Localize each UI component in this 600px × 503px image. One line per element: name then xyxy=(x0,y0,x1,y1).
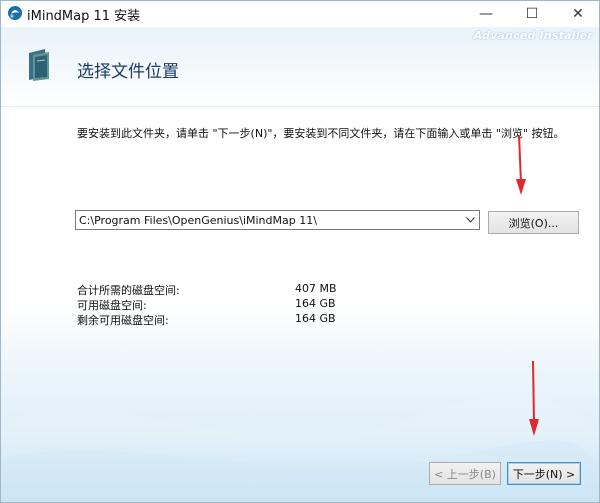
chevron-down-icon[interactable] xyxy=(461,211,479,229)
page-header: Advanced Installer 选择文件位置 xyxy=(1,27,599,107)
title-bar: iMindMap 11 安装 — ☐ ✕ xyxy=(1,1,599,27)
maximize-button[interactable]: ☐ xyxy=(509,1,555,27)
disk-space-label: 合计所需的磁盘空间: xyxy=(77,284,180,297)
next-button[interactable]: 下一步(N) > xyxy=(507,462,581,485)
disk-space-label: 剩余可用磁盘空间: xyxy=(77,314,169,327)
close-button[interactable]: ✕ xyxy=(555,1,599,27)
installer-window: iMindMap 11 安装 — ☐ ✕ Advanced Installer … xyxy=(0,0,600,503)
annotation-arrow-browse xyxy=(516,134,526,195)
browse-button[interactable]: 浏览(O)... xyxy=(488,211,579,234)
install-path-combobox[interactable]: C:\Program Files\OpenGenius\iMindMap 11\ xyxy=(75,210,480,230)
disk-space-value: 407 MB xyxy=(295,282,337,295)
disk-space-row: 可用磁盘空间: 164 GB xyxy=(77,297,355,312)
brand-watermark: Advanced Installer xyxy=(473,29,593,42)
instructions-text: 要安装到此文件夹，请单击 "下一步(N)"，要安装到不同文件夹，请在下面输入或单… xyxy=(77,127,565,140)
disk-space-value: 164 GB xyxy=(295,297,336,310)
page-title: 选择文件位置 xyxy=(77,62,179,82)
window-title: iMindMap 11 安装 xyxy=(27,9,141,24)
disk-space-table: 合计所需的磁盘空间: 407 MB 可用磁盘空间: 164 GB 剩余可用磁盘空… xyxy=(77,282,355,327)
install-path-value[interactable]: C:\Program Files\OpenGenius\iMindMap 11\ xyxy=(76,214,461,227)
imindmap-app-icon xyxy=(8,6,22,20)
disk-space-row: 合计所需的磁盘空间: 407 MB xyxy=(77,282,355,297)
folder-icon xyxy=(29,49,49,81)
disk-space-row: 剩余可用磁盘空间: 164 GB xyxy=(77,312,355,327)
disk-space-value: 164 GB xyxy=(295,312,336,325)
minimize-button[interactable]: — xyxy=(463,1,509,27)
annotation-arrow-next xyxy=(529,360,539,436)
back-button[interactable]: < 上一步(B) xyxy=(429,462,501,485)
disk-space-label: 可用磁盘空间: xyxy=(77,299,147,312)
